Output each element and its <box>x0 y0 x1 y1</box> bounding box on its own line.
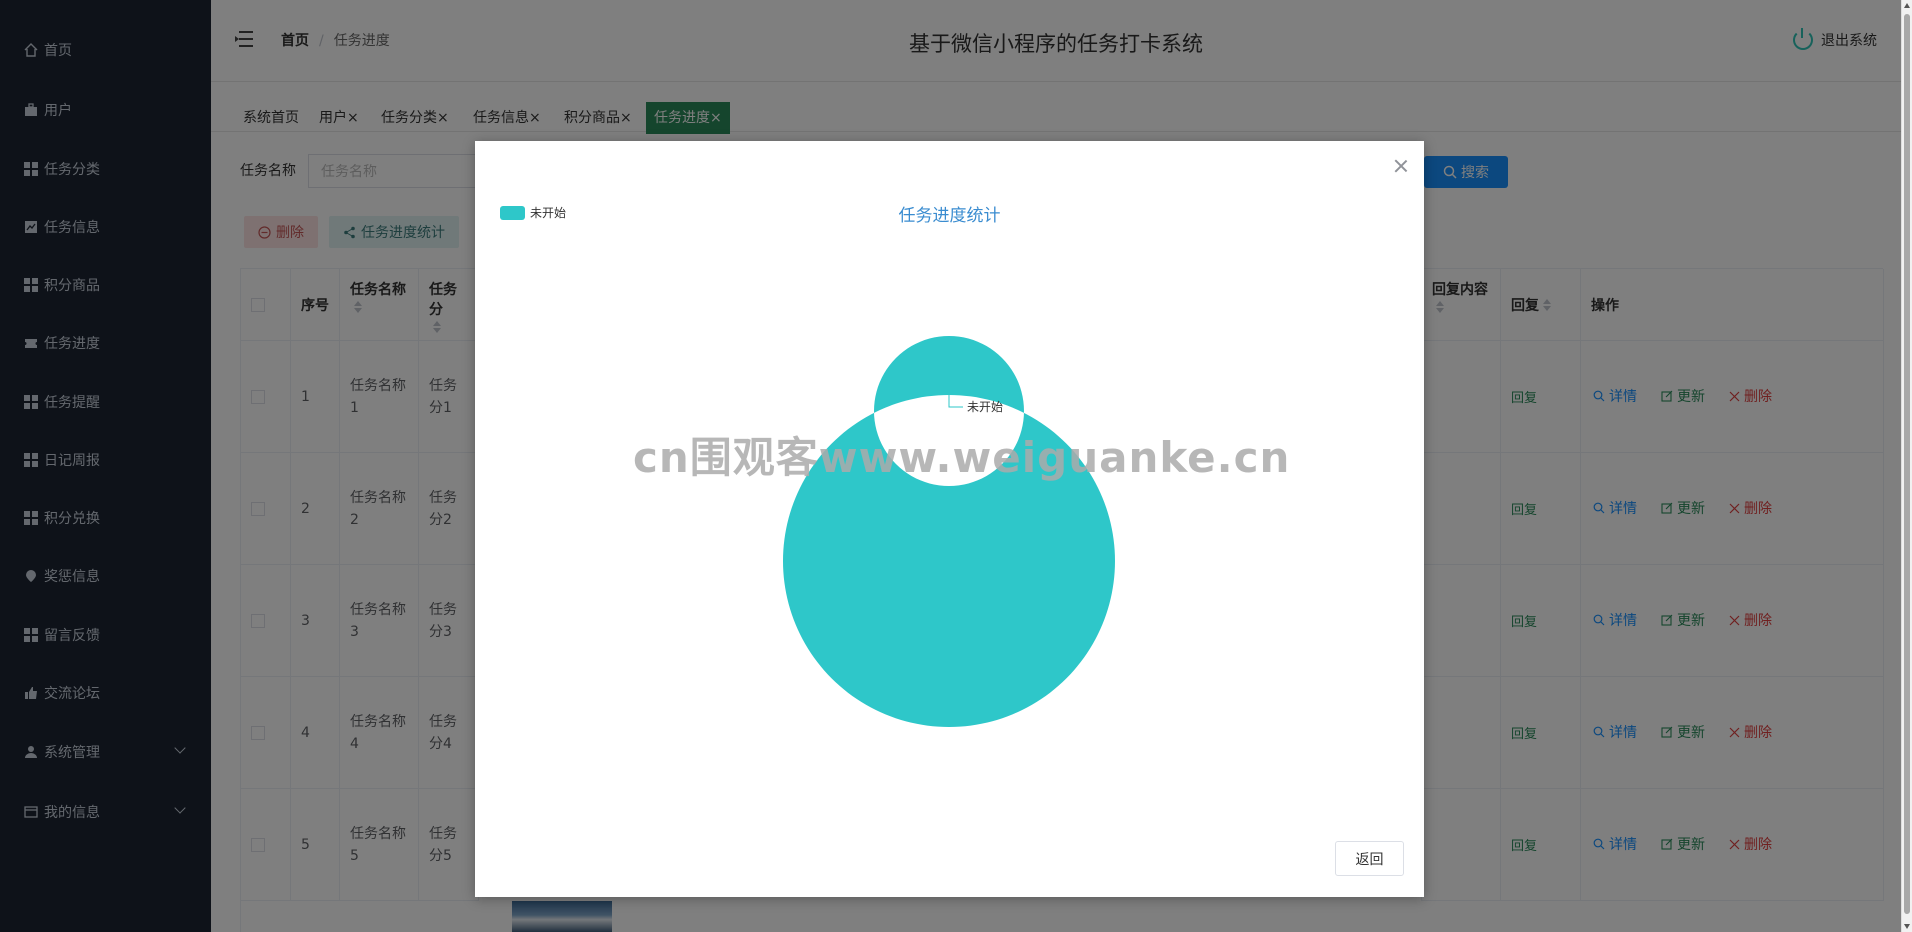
scroll-up-icon[interactable] <box>1904 3 1910 8</box>
return-button[interactable]: 返回 <box>1335 841 1404 876</box>
scroll-down-icon[interactable] <box>1904 924 1910 929</box>
page-scrollbar[interactable] <box>1901 0 1912 932</box>
slice-label: 未开始 <box>967 400 1003 414</box>
scroll-thumb[interactable] <box>1904 14 1910 914</box>
watermark: cn围观客www.weiguanke.cn <box>633 433 1291 482</box>
stats-dialog: 未开始 任务进度统计 未开始 返回 <box>475 141 1424 897</box>
